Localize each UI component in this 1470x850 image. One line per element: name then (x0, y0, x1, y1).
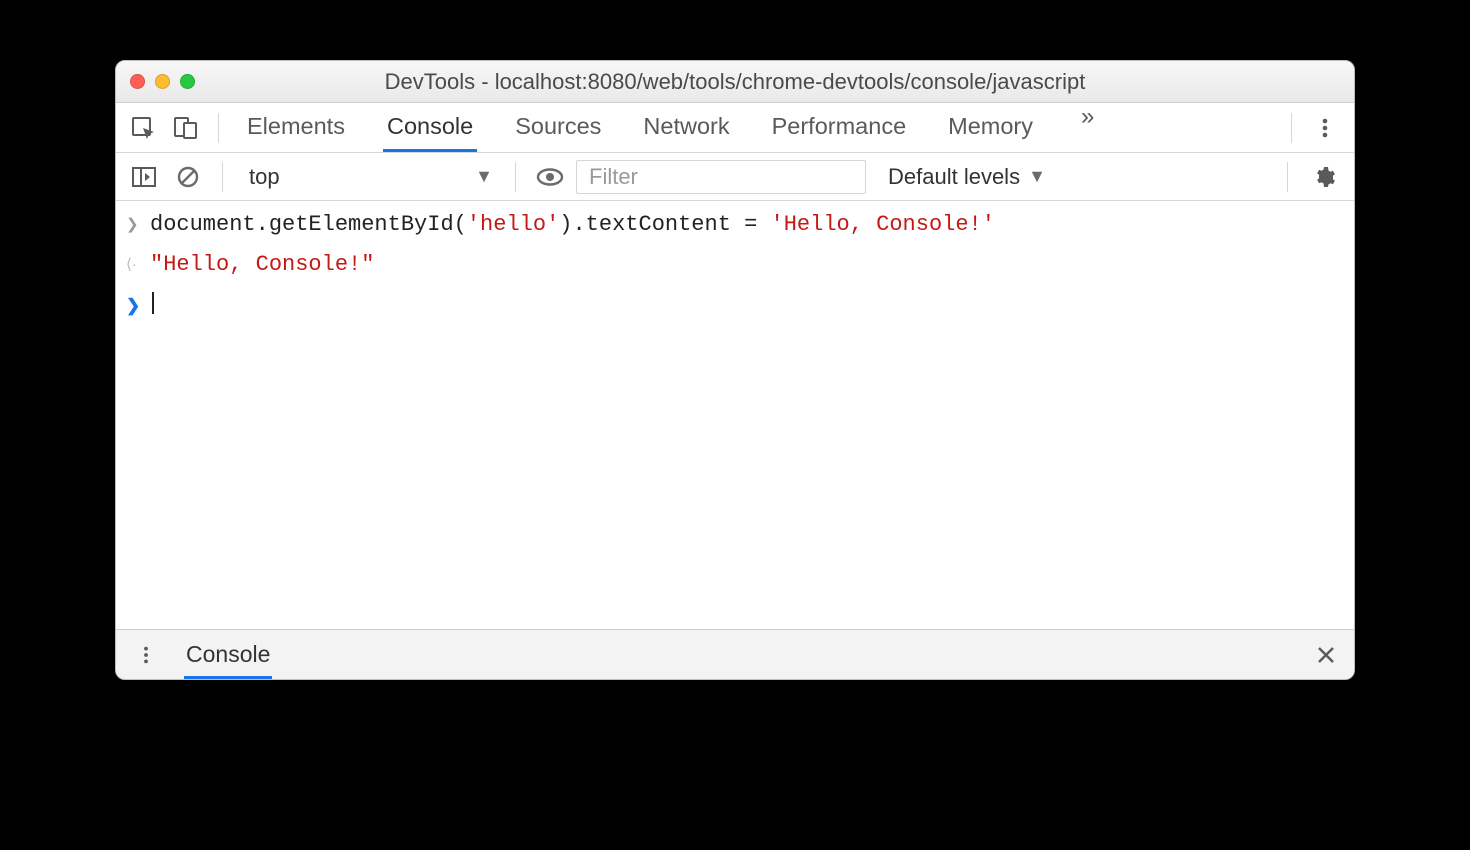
tab-memory[interactable]: Memory (944, 103, 1037, 152)
close-window-button[interactable] (130, 74, 145, 89)
live-expression-icon[interactable] (532, 159, 568, 195)
chevron-down-icon: ▼ (1028, 166, 1046, 187)
tab-performance[interactable]: Performance (768, 103, 911, 152)
zoom-window-button[interactable] (180, 74, 195, 89)
toggle-sidebar-icon[interactable] (126, 159, 162, 195)
input-marker-icon: ❯ (126, 207, 150, 243)
devtools-window: DevTools - localhost:8080/web/tools/chro… (115, 60, 1355, 680)
close-drawer-button[interactable] (1310, 645, 1342, 665)
inspect-element-icon[interactable] (126, 110, 162, 146)
context-selector[interactable]: top ▼ (239, 164, 499, 190)
drawer-menu-button[interactable] (128, 645, 164, 665)
device-toolbar-icon[interactable] (168, 110, 204, 146)
devtools-menu-button[interactable] (1306, 117, 1344, 139)
console-settings-icon[interactable] (1304, 165, 1344, 189)
window-controls (130, 74, 195, 89)
chevron-down-icon: ▼ (475, 166, 493, 187)
log-levels-selector[interactable]: Default levels ▼ (888, 164, 1046, 190)
divider (1291, 113, 1292, 143)
window-title: DevTools - localhost:8080/web/tools/chro… (116, 69, 1354, 95)
log-levels-label: Default levels (888, 164, 1020, 190)
console-prompt[interactable]: ❯ (116, 286, 1354, 326)
tab-elements[interactable]: Elements (243, 103, 349, 152)
console-input-echo: ❯ document.getElementById('hello').textC… (116, 205, 1354, 245)
tab-console[interactable]: Console (383, 103, 477, 152)
console-prompt-input[interactable] (150, 288, 1342, 324)
titlebar: DevTools - localhost:8080/web/tools/chro… (116, 61, 1354, 103)
drawer-tab-console[interactable]: Console (184, 631, 272, 679)
more-tabs-button[interactable]: » (1071, 103, 1104, 152)
tab-network[interactable]: Network (639, 103, 733, 152)
divider (218, 113, 219, 143)
output-marker-icon: ⟨· (126, 247, 150, 283)
console-result-text: "Hello, Console!" (150, 247, 1342, 283)
clear-console-icon[interactable] (170, 159, 206, 195)
console-input-text: document.getElementById('hello').textCon… (150, 207, 1342, 243)
divider (1287, 162, 1288, 192)
filter-input[interactable] (576, 160, 866, 194)
panel-tabs: Elements Console Sources Network Perform… (243, 103, 1104, 152)
context-value: top (249, 164, 280, 190)
console-result: ⟨· "Hello, Console!" (116, 245, 1354, 285)
main-toolbar: Elements Console Sources Network Perform… (116, 103, 1354, 153)
divider (515, 162, 516, 192)
drawer: Console (116, 629, 1354, 679)
console-output[interactable]: ❯ document.getElementById('hello').textC… (116, 201, 1354, 629)
console-toolbar: top ▼ Default levels ▼ (116, 153, 1354, 201)
prompt-marker-icon: ❯ (126, 288, 150, 324)
minimize-window-button[interactable] (155, 74, 170, 89)
tab-sources[interactable]: Sources (511, 103, 605, 152)
divider (222, 162, 223, 192)
